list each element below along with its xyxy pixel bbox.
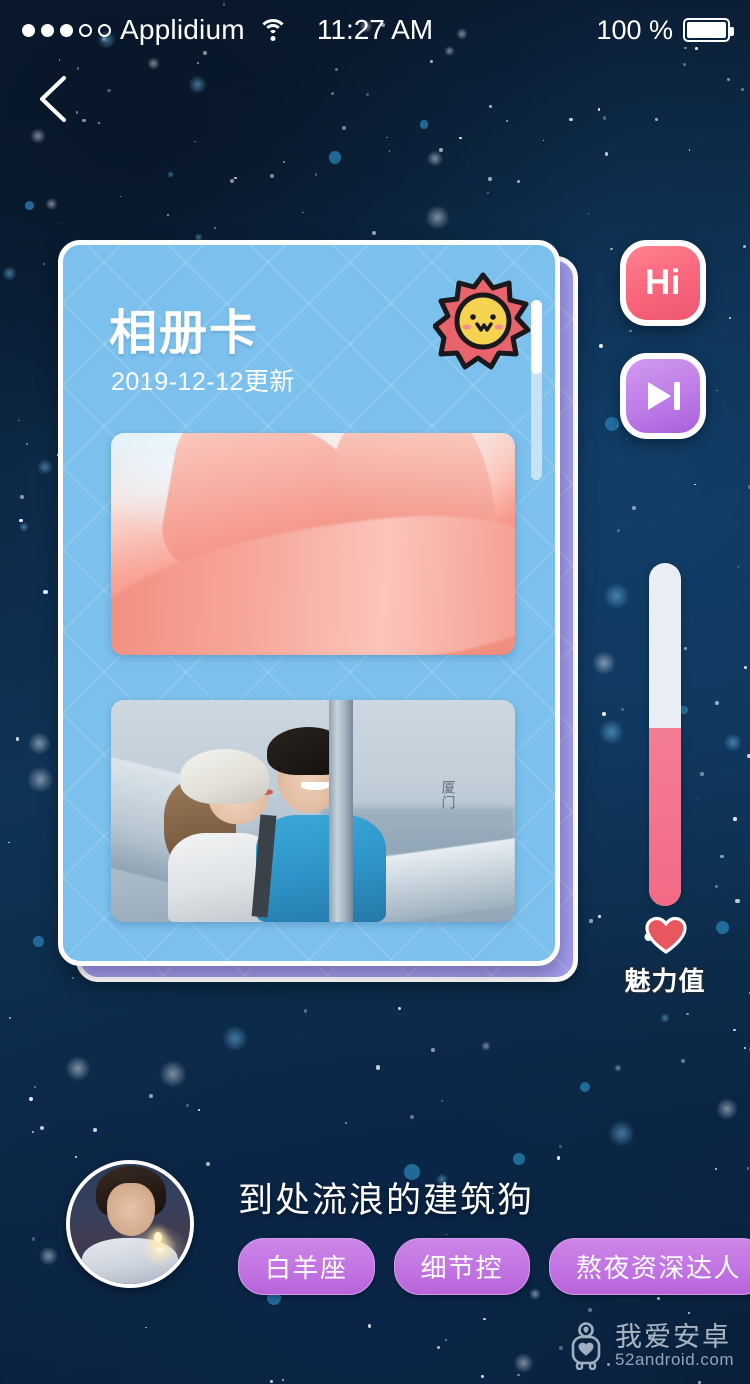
album-card[interactable]: 相册卡 2019-12-12更新 厦门 [58,240,560,966]
card-scrollbar[interactable] [531,300,542,480]
back-button[interactable] [20,64,86,134]
avatar-image [70,1164,190,1284]
profile-tag[interactable]: 细节控 [393,1238,531,1295]
battery-icon [683,18,734,42]
charm-meter-track[interactable] [649,563,681,906]
profile-tag[interactable]: 白羊座 [238,1238,375,1295]
app-screen: Applidium 11:27 AM 100 % 相册卡 2019-12-12更… [0,0,750,1384]
status-bar-right: 100 % [596,14,734,46]
watermark-cn-label: 我爱安卓 [615,1321,732,1352]
next-profile-button[interactable] [620,353,706,439]
robot-logo-icon [571,1322,601,1370]
heart-icon [644,915,688,955]
charm-meter-fill [649,727,681,906]
sun-face-icon [432,272,533,372]
site-watermark: 我爱安卓 52android.com [566,1322,734,1370]
photo-watermark-label: 厦门 [440,779,457,810]
photo-couple-bridge[interactable]: 厦门 [111,700,515,922]
card-subtitle: 2019-12-12更新 [111,368,295,396]
charm-meter[interactable]: 魅力值 [624,563,705,996]
watermark-en-label: 52android.com [615,1350,734,1370]
watermark-text: 我爱安卓 52android.com [615,1323,734,1369]
profile-bar: 到处流浪的建筑狗 白羊座 细节控 熬夜资深达人 [0,1160,750,1295]
chevron-left-icon [40,76,66,122]
skip-next-icon [648,382,680,410]
profile-tag[interactable]: 熬夜资深达人 [549,1238,750,1295]
photo-image [111,433,515,655]
album-card-stack[interactable]: 相册卡 2019-12-12更新 厦门 [58,240,578,982]
charm-meter-label: 魅力值 [624,966,706,996]
photo-image: 厦门 [111,700,515,922]
profile-tag-list: 白羊座 细节控 熬夜资深达人 [238,1238,750,1295]
status-bar: Applidium 11:27 AM 100 % [0,0,750,60]
user-avatar[interactable] [66,1160,194,1288]
card-scrollbar-thumb[interactable] [531,300,542,374]
card-title: 相册卡 [109,307,260,360]
photo-girl-coral-fabric[interactable] [111,433,515,655]
battery-percent-label: 100 % [596,14,673,45]
say-hi-button[interactable]: Hi [620,240,706,326]
say-hi-label: Hi [645,263,681,302]
username-label: 到处流浪的建筑狗 [238,1181,535,1220]
